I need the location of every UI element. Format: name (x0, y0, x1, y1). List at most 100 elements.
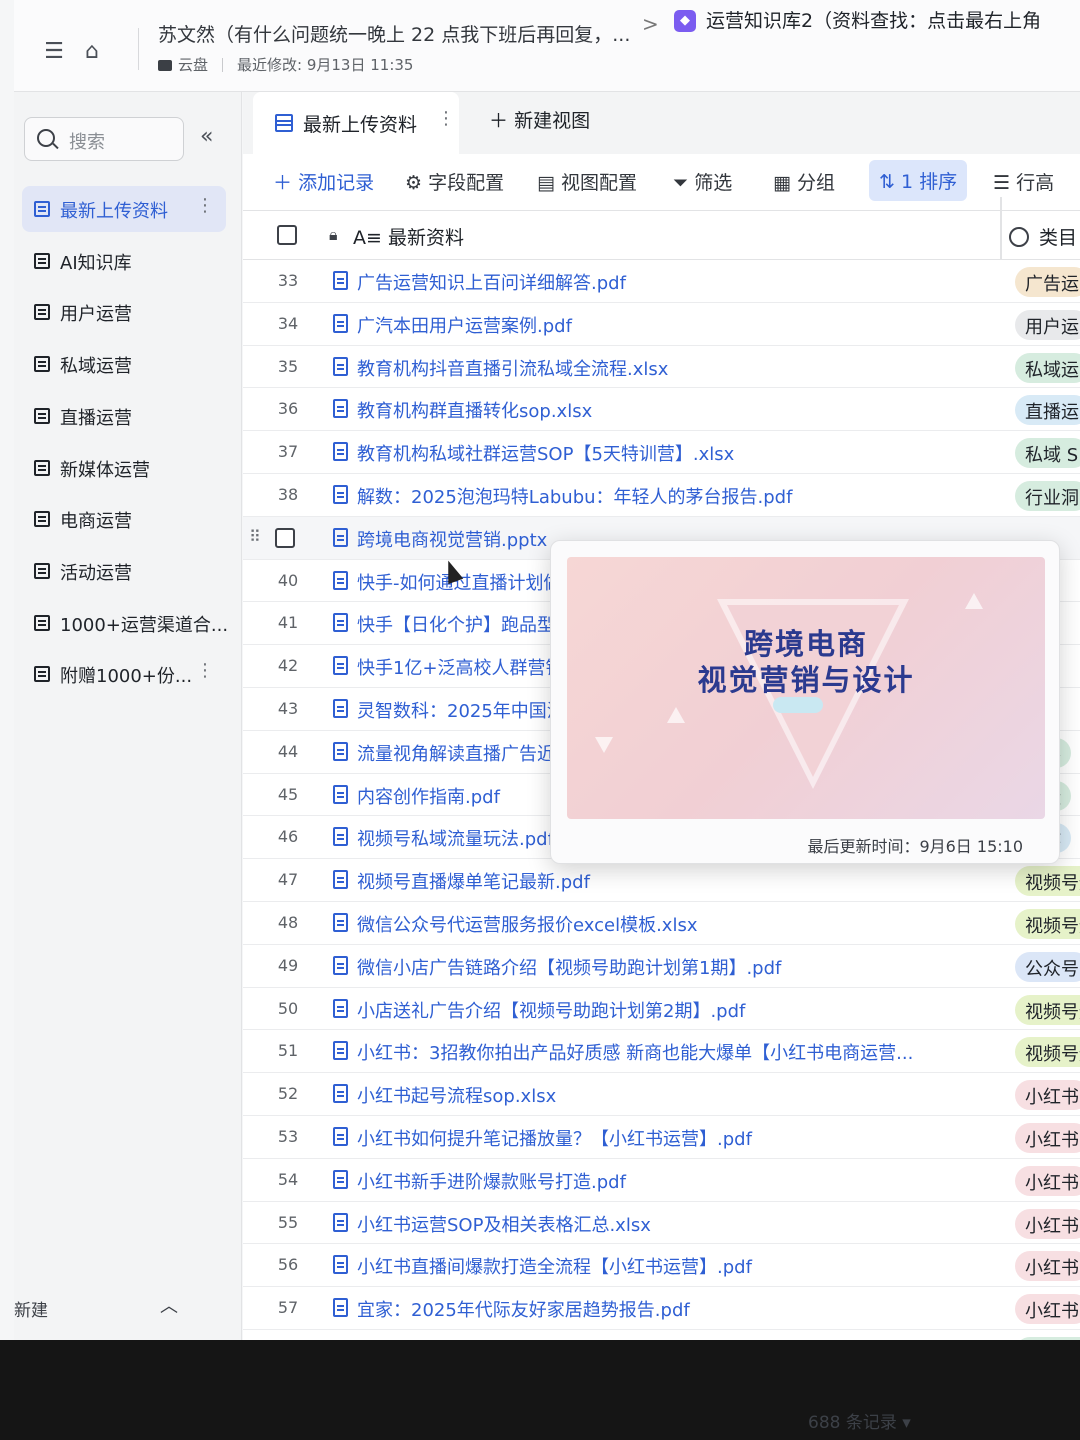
file-icon (333, 827, 348, 847)
category-tag[interactable]: 小红书 (1015, 1165, 1080, 1196)
table-row[interactable]: 55 小红书运营SOP及相关表格汇总.xlsx 小红书 (243, 1201, 1080, 1245)
file-name-link[interactable]: 小红书新手进阶爆款账号打造.pdf (357, 1168, 977, 1194)
chevron-up-icon[interactable]: ︿ (160, 1292, 178, 1318)
file-name-link[interactable]: 小店送礼广告介绍【视频号助跑计划第2期】.pdf (357, 997, 977, 1023)
table-row[interactable]: 33 广告运营知识上百问详细解答.pdf 广告运 (243, 260, 1080, 303)
category-tag[interactable]: 直播运 (1015, 395, 1080, 426)
row-checkbox[interactable] (275, 527, 295, 548)
sidebar-item[interactable]: 直播运营 (22, 393, 226, 439)
row-number: 37 (277, 442, 299, 462)
table-row[interactable]: 57 宜家：2025年代际友好家居趋势报告.pdf 小红书 (243, 1287, 1080, 1330)
category-tag[interactable]: 行业洞 (1015, 480, 1080, 511)
category-tag[interactable]: 视频号运营 (1015, 994, 1080, 1025)
table-row[interactable]: 38 解数：2025泡泡玛特Labubu：年轻人的茅台报告.pdf 行业洞 (243, 473, 1080, 517)
sidebar-item[interactable]: 私域运营 (22, 341, 226, 387)
file-name-link[interactable]: 小红书运营SOP及相关表格汇总.xlsx (357, 1211, 977, 1237)
file-name-link[interactable]: 视频号直播爆单笔记最新.pdf (357, 868, 977, 894)
filter-button[interactable]: ⏷ 筛选 (673, 168, 732, 195)
select-all-checkbox[interactable] (277, 225, 297, 245)
file-name-link[interactable]: 小红书直播间爆款打造全流程【小红书运营】.pdf (357, 1253, 977, 1279)
tab-latest-uploads[interactable]: 最新上传资料 ⋮ (253, 92, 459, 154)
category-tag[interactable]: 视频号运营 (1015, 1037, 1080, 1068)
double-chevron-left-icon[interactable]: « (200, 124, 213, 149)
table-row[interactable]: 51 小红书：3招教你拍出产品好质感 新商也能大爆单【小红书电商运营... 视频号运… (243, 1030, 1080, 1074)
category-tag[interactable]: 广告运 (1015, 267, 1080, 297)
sort-button[interactable]: ⇅ 1 排序 (869, 160, 968, 201)
table-row[interactable]: 52 小红书起号流程sop.xlsx 小红书 (243, 1073, 1080, 1116)
home-icon[interactable]: ⌂ (78, 38, 106, 66)
row-number: 55 (277, 1212, 299, 1232)
category-tag[interactable]: 小红书 (1015, 1251, 1080, 1282)
sidebar-item[interactable]: 电商运营 (22, 496, 226, 542)
file-name-link[interactable]: 微信小店广告链路介绍【视频号助跑计划第1期】.pdf (357, 954, 977, 980)
file-name-link[interactable]: 广告运营知识上百问详细解答.pdf (357, 269, 977, 295)
more-icon[interactable]: ⋮ (437, 108, 455, 129)
table-icon (34, 666, 50, 683)
table-row[interactable]: 47 视频号直播爆单笔记最新.pdf 视频号运营 (243, 859, 1080, 902)
more-icon[interactable]: ⋮ (196, 660, 214, 681)
table-row[interactable]: 49 微信小店广告链路介绍【视频号助跑计划第1期】.pdf 公众号 (243, 944, 1080, 988)
sidebar-item-label: 新媒体运营 (60, 459, 150, 481)
file-name-link[interactable]: 小红书起号流程sop.xlsx (357, 1082, 977, 1108)
doc-meta: 云盘 最近修改: 9月13日 11:35 (158, 54, 413, 75)
sidebar-item[interactable]: 新媒体运营 (22, 445, 226, 491)
new-button[interactable]: 新建 (14, 1296, 48, 1321)
category-tag[interactable]: 私域 S (1015, 438, 1080, 469)
file-name-link[interactable]: 解数：2025泡泡玛特Labubu：年轻人的茅台报告.pdf (357, 483, 977, 509)
table-row[interactable]: 53 小红书如何提升笔记播放量？【小红书运营】.pdf 小红书 (243, 1115, 1080, 1159)
new-view-button[interactable]: ＋ 新建视图 (489, 106, 590, 133)
search-input[interactable]: 搜索 (24, 117, 184, 161)
sidebar-item[interactable]: 用户运营 (22, 289, 226, 335)
category-tag[interactable]: 小红书 (1015, 1294, 1080, 1325)
table-row[interactable]: 56 小红书直播间爆款打造全流程【小红书运营】.pdf 小红书 (243, 1244, 1080, 1288)
row-height-button[interactable]: ☰ 行高 (993, 168, 1054, 195)
file-icon (333, 1212, 348, 1232)
table-row[interactable]: 36 教育机构群直播转化sop.xlsx 直播运 (243, 388, 1080, 432)
sidebar-item[interactable]: 活动运营 (22, 548, 226, 594)
table-row[interactable]: 54 小红书新手进阶爆款账号打造.pdf 小红书 (243, 1158, 1080, 1202)
file-name-link[interactable]: 教育机构抖音直播引流私域全流程.xlsx (357, 355, 977, 381)
view-config-button[interactable]: ▤ 视图配置 (537, 168, 637, 195)
file-name-link[interactable]: 教育机构群直播转化sop.xlsx (357, 397, 977, 423)
table-row[interactable]: 35 教育机构抖音直播引流私域全流程.xlsx 私域运 (243, 345, 1080, 389)
column-header-title[interactable]: A≡ 最新资料 (353, 223, 464, 250)
sidebar-item[interactable]: AI知识库 (22, 238, 226, 284)
plus-icon: ＋ (489, 110, 509, 132)
sidebar-item[interactable]: 附赠1000+份... ⋮ (22, 651, 226, 697)
file-name-link[interactable]: 微信公众号代运营服务报价excel模板.xlsx (357, 911, 977, 937)
file-name-link[interactable]: 广汽本田用户运营案例.pdf (357, 312, 977, 338)
file-name-link[interactable]: 小红书如何提升笔记播放量？【小红书运营】.pdf (357, 1125, 977, 1151)
more-icon[interactable]: ⋮ (196, 195, 214, 216)
category-tag[interactable]: 小红书 (1015, 1080, 1080, 1111)
category-tag[interactable]: 私域运 (1015, 352, 1080, 383)
record-count[interactable]: 688 条记录 ▾ (808, 1408, 911, 1433)
table-row[interactable]: 48 微信公众号代运营服务报价excel模板.xlsx 视频号运营 (243, 901, 1080, 945)
table-row[interactable]: 34 广汽本田用户运营案例.pdf 用户运 (243, 302, 1080, 346)
category-tag[interactable]: 小红书 (1015, 1208, 1080, 1239)
view-config-icon: ▤ (537, 172, 555, 194)
field-config-button[interactable]: ⚙ 字段配置 (405, 168, 504, 195)
add-record-button[interactable]: ＋ 添加记录 (273, 168, 374, 195)
group-button[interactable]: ▦ 分组 (773, 168, 835, 195)
category-tag[interactable]: 公众号 (1015, 951, 1080, 982)
table-row[interactable]: 50 小店送礼广告介绍【视频号助跑计划第2期】.pdf 视频号运营 (243, 987, 1080, 1031)
file-preview-card[interactable]: 跨境电商 视觉营销与设计 最后更新时间：9月6日 15:10 (550, 540, 1060, 864)
category-tag[interactable]: 视频号运营 (1015, 908, 1080, 939)
location-label[interactable]: 云盘 (178, 56, 208, 74)
category-tag[interactable]: 小红书 (1015, 1122, 1080, 1153)
knowledge-base-title[interactable]: 运营知识库2（资料查找：点击最右上角 (706, 6, 1041, 33)
file-name-link[interactable]: 教育机构私域社群运营SOP【5天特训营】.xlsx (357, 440, 977, 466)
row-number: 44 (277, 741, 299, 761)
drag-handle-icon[interactable]: ⠿ (249, 527, 261, 546)
category-tag[interactable]: 视频号运营 (1015, 866, 1080, 897)
column-header-category[interactable]: 类目 (1009, 223, 1077, 250)
file-name-link[interactable]: 宜家：2025年代际友好家居趋势报告.pdf (357, 1296, 977, 1322)
sidebar-item-label: 用户运营 (60, 304, 132, 326)
sidebar-toggle-icon[interactable]: ☰ (40, 38, 68, 66)
sidebar-item[interactable]: 1000+运营渠道合... (22, 600, 228, 646)
file-name-link[interactable]: 小红书：3招教你拍出产品好质感 新商也能大爆单【小红书电商运营... (357, 1039, 977, 1065)
doc-title[interactable]: 苏文然（有什么问题统一晚上 22 点我下班后再回复，... (158, 20, 630, 47)
sidebar-item[interactable]: 最新上传资料 ⋮ (22, 186, 226, 232)
table-row[interactable]: 37 教育机构私域社群运营SOP【5天特训营】.xlsx 私域 S (243, 431, 1080, 474)
category-tag[interactable]: 用户运 (1015, 309, 1080, 340)
